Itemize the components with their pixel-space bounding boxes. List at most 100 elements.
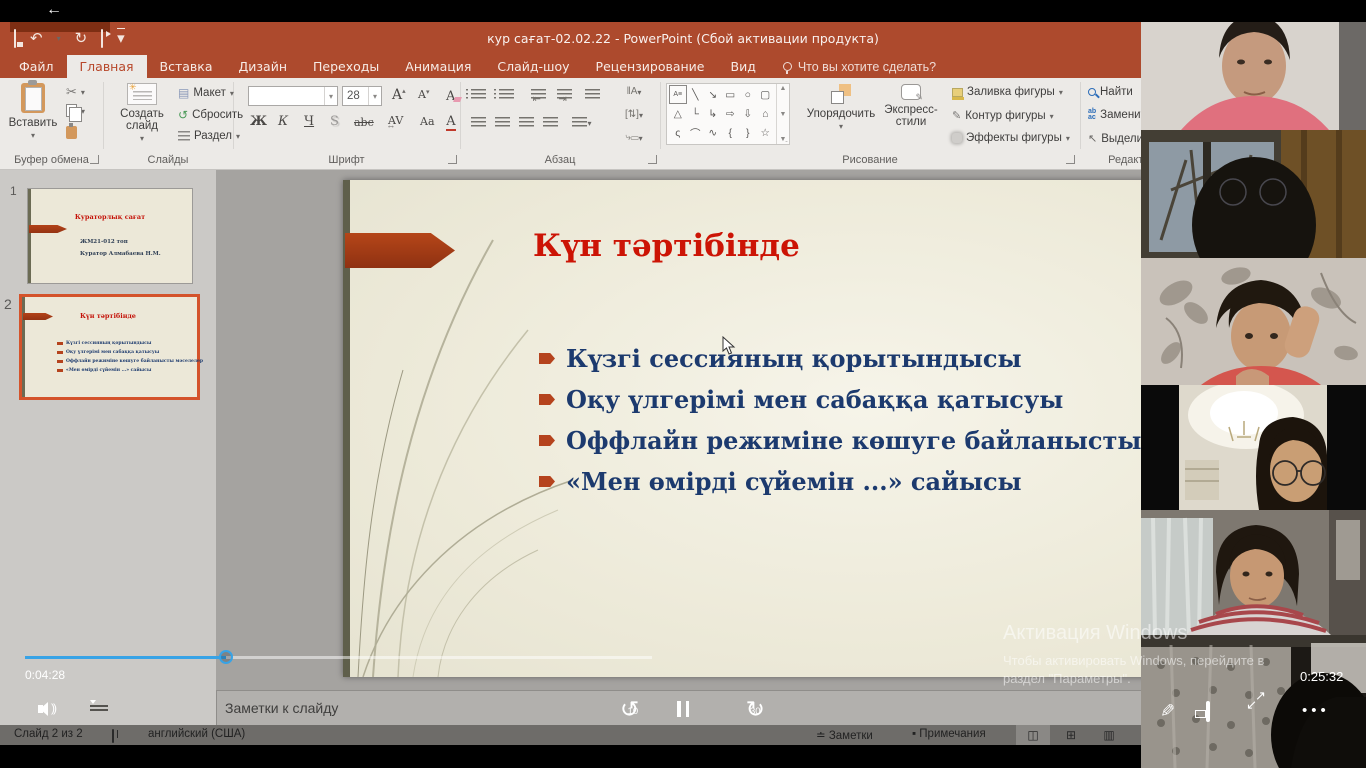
tab-design[interactable]: Дизайн [226, 55, 301, 78]
rounded-rectangle-shape[interactable]: ▢ [757, 85, 775, 104]
clear-formatting-button[interactable]: A [446, 89, 455, 104]
layout-button[interactable]: Макет [178, 86, 234, 100]
tab-file[interactable]: Файл [6, 55, 67, 78]
participant-video-4[interactable] [1141, 385, 1366, 510]
gallery-more-icon[interactable]: ▼̱ [780, 136, 787, 143]
section-button[interactable]: Раздел [178, 130, 240, 142]
annotate-button[interactable] [1160, 701, 1175, 722]
font-color-button[interactable]: А [446, 114, 456, 131]
increase-font-button[interactable]: A [392, 87, 406, 103]
text-shadow-button[interactable]: S [330, 114, 339, 129]
font-name-combobox[interactable]: ▾ [248, 86, 338, 106]
align-right-button[interactable] [516, 114, 536, 130]
font-size-combobox[interactable]: ▾ [342, 86, 382, 106]
slide-title[interactable]: Күн тәртібінде [533, 228, 800, 264]
picture-in-picture-button[interactable] [1206, 703, 1210, 721]
justify-button[interactable] [540, 114, 560, 130]
reset-button[interactable]: Сбросить [178, 108, 243, 122]
notes-toggle-button[interactable]: ≐ Заметки [816, 728, 873, 742]
find-button[interactable]: Найти [1088, 86, 1133, 98]
underline-button[interactable]: Ч [304, 114, 314, 129]
arrow-shape[interactable]: ↘ [704, 85, 722, 104]
elbow-arrow-shape[interactable]: ↳ [704, 104, 722, 123]
decrease-font-button[interactable]: A [418, 88, 429, 101]
elbow-connector-shape[interactable]: └ [687, 104, 705, 123]
triangle-shape[interactable]: △ [669, 104, 687, 123]
align-text-button[interactable]: [⇅] [624, 106, 644, 122]
line-spacing-button[interactable] [582, 86, 602, 102]
progress-scrubber[interactable] [219, 650, 233, 664]
scroll-down-icon[interactable]: ▼ [780, 111, 787, 118]
character-spacing-button[interactable]: AV [388, 114, 403, 131]
down-arrow-shape[interactable]: ⇩ [739, 104, 757, 123]
shape-effects-button[interactable]: Эффекты фигуры [952, 132, 1070, 144]
scroll-up-icon[interactable]: ▲ [780, 85, 787, 92]
change-case-button[interactable]: Aa [420, 115, 435, 128]
font-size-input[interactable] [343, 89, 368, 103]
strikethrough-button[interactable]: abc [354, 116, 374, 129]
right-brace-shape[interactable]: } [739, 124, 757, 143]
language-indicator[interactable]: английский (США) [148, 728, 245, 740]
tab-insert[interactable]: Вставка [147, 55, 226, 78]
reading-view-button[interactable]: ▥ [1092, 725, 1126, 745]
participant-video-3[interactable] [1141, 258, 1366, 385]
text-box-shape[interactable]: A≡ [669, 85, 687, 104]
increase-indent-button[interactable] [554, 86, 574, 102]
text-direction-button[interactable]: ‖A [624, 83, 644, 99]
columns-button[interactable] [572, 114, 592, 130]
spellcheck-button[interactable] [112, 730, 114, 742]
tab-home[interactable]: Главная [67, 55, 147, 78]
star-shape[interactable]: ☆ [757, 124, 775, 143]
convert-smartart-button[interactable]: ⤷▭ [624, 129, 644, 145]
align-center-button[interactable] [492, 114, 512, 130]
cut-button[interactable] [66, 84, 85, 100]
font-dialog-launcher[interactable] [448, 155, 457, 164]
rewind-10-button[interactable]: 10 [620, 696, 646, 722]
tab-animations[interactable]: Анимация [392, 55, 484, 78]
tab-review[interactable]: Рецензирование [583, 55, 718, 78]
participant-video-2[interactable] [1141, 130, 1366, 258]
chevron-down-icon[interactable]: ▾ [324, 87, 337, 105]
decrease-indent-button[interactable] [528, 86, 548, 102]
bullets-button[interactable] [468, 86, 488, 102]
back-button[interactable] [46, 1, 62, 19]
left-brace-shape[interactable]: { [722, 124, 740, 143]
tab-slideshow[interactable]: Слайд-шоу [484, 55, 582, 78]
shapes-scrollbar[interactable]: ▲ ▼ ▼̱ [776, 84, 789, 144]
copy-button[interactable] [66, 104, 85, 117]
slide-sorter-view-button[interactable]: ⊞ [1054, 725, 1088, 745]
participant-video-5[interactable] [1141, 510, 1366, 635]
align-left-button[interactable] [468, 114, 488, 130]
oval-shape[interactable]: ○ [739, 85, 757, 104]
more-options-button[interactable] [1302, 702, 1330, 720]
normal-view-button[interactable]: ◫ [1016, 725, 1050, 745]
paste-button[interactable]: Вставить [6, 83, 60, 141]
slide-2-thumbnail[interactable]: Күн тәртібінде Күзгі сессияның қорытынды… [19, 294, 200, 400]
numbering-button[interactable] [496, 86, 516, 102]
font-name-input[interactable] [249, 89, 324, 103]
curve-shape[interactable]: ∿ [704, 124, 722, 143]
italic-button[interactable]: К [278, 114, 288, 129]
chevron-down-icon[interactable]: ▾ [368, 87, 381, 105]
snip-corner-shape[interactable]: ⌂ [757, 104, 775, 123]
right-arrow-shape[interactable]: ⇨ [722, 104, 740, 123]
line-shape[interactable]: ╲ [687, 85, 705, 104]
slide-1-thumbnail[interactable]: Кураторлық сағат ЖМ21-012 топ Куратор Ал… [27, 188, 193, 284]
tab-view[interactable]: Вид [718, 55, 769, 78]
scribble-shape[interactable]: ς [669, 124, 687, 143]
rectangle-shape[interactable]: ▭ [722, 85, 740, 104]
clipboard-dialog-launcher[interactable] [90, 155, 99, 164]
paragraph-dialog-launcher[interactable] [648, 155, 657, 164]
comments-toggle-button[interactable]: ▪ Примечания [912, 728, 986, 740]
arc-shape[interactable]: ⌒ [687, 124, 705, 143]
pause-button[interactable] [677, 701, 689, 717]
tell-me-box[interactable]: Что вы хотите сделать? [783, 55, 936, 78]
quick-styles-button[interactable]: Экспресс- стили [880, 84, 942, 128]
new-slide-button[interactable]: Создать слайд [110, 83, 174, 144]
playback-progress-bar[interactable] [25, 656, 652, 659]
drawing-dialog-launcher[interactable] [1066, 155, 1075, 164]
format-painter-button[interactable] [66, 126, 77, 139]
bold-button[interactable]: Ж [250, 114, 267, 129]
tab-transitions[interactable]: Переходы [300, 55, 392, 78]
shape-outline-button[interactable]: Контур фигуры [952, 109, 1054, 122]
